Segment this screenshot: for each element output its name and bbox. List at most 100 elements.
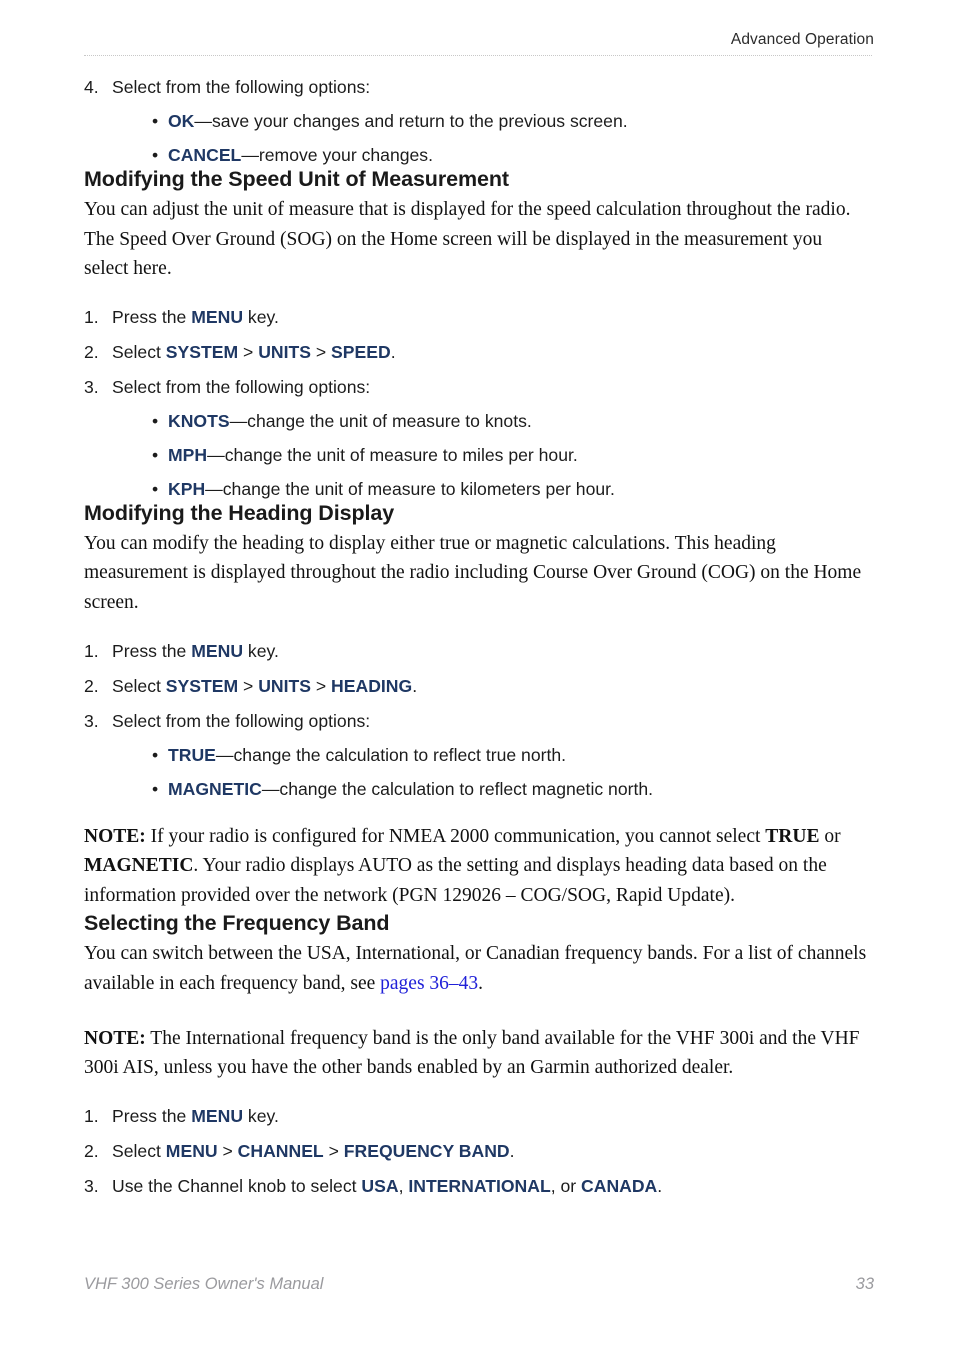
option-description: —change the calculation to reflect magne… (261, 778, 654, 799)
step-number: 2. (84, 675, 99, 696)
note-label: NOTE: (84, 1027, 146, 1049)
menu-path-term-1: MENU (165, 1140, 218, 1161)
step-item: 1. Press the MENU key. (84, 1105, 874, 1127)
option-item: • OK—save your changes and return to the… (112, 110, 874, 132)
step-text-suffix: . (390, 341, 396, 362)
step-number: 3. (84, 710, 99, 731)
step-text-suffix: . (657, 1175, 663, 1196)
note-text-part-3: . Your radio displays AUTO as the settin… (84, 855, 827, 906)
option-item: • TRUE—change the calculation to reflect… (112, 744, 874, 766)
steps-list-heading-display: 1. Press the MENU key. 2. Select SYSTEM … (84, 640, 874, 800)
option-description: —remove your changes. (241, 145, 433, 165)
key-term-menu: MENU (191, 1105, 244, 1126)
step-text: Select from the following options: (112, 376, 371, 397)
band-option-canada: CANADA (581, 1175, 658, 1196)
step-item: 3. Select from the following options: • … (84, 710, 874, 800)
step-text-prefix: Press the (112, 306, 192, 327)
menu-path-term-1: SYSTEM (165, 675, 239, 696)
step-item: 1. Press the MENU key. (84, 306, 874, 328)
steps-list-frequency-band: 1. Press the MENU key. 2. Select MENU > … (84, 1105, 874, 1197)
header-title: Advanced Operation (730, 31, 874, 48)
step-text-suffix: . (509, 1140, 515, 1161)
bullet-icon: • (152, 145, 159, 165)
menu-path-term-3: FREQUENCY BAND (343, 1140, 510, 1161)
step-text: Select from the following options: (112, 77, 371, 97)
step-number: 3. (84, 376, 99, 397)
option-item: • KPH—change the unit of measure to kilo… (112, 478, 874, 500)
option-description: —change the unit of measure to miles per… (207, 444, 578, 465)
page-footer: VHF 300 Series Owner's Manual 33 (84, 1273, 874, 1297)
step-text-prefix: Select (112, 341, 166, 362)
step-item: 3. Select from the following options: • … (84, 376, 874, 500)
key-term-menu: MENU (191, 306, 244, 327)
option-term: KPH (168, 478, 206, 499)
list-separator: , (398, 1175, 409, 1196)
list-separator: , or (550, 1175, 582, 1196)
step-text-prefix: Select (112, 675, 166, 696)
menu-path-separator: > (323, 1140, 344, 1161)
note-text-part-1: If your radio is configured for NMEA 200… (145, 825, 766, 847)
section-heading-heading-display: Modifying the Heading Display (84, 500, 395, 525)
note-heading-display: NOTE: If your radio is configured for NM… (84, 822, 870, 911)
options-list: • TRUE—change the calculation to reflect… (112, 744, 874, 800)
note-term-true: TRUE (765, 825, 820, 847)
option-term: KNOTS (168, 410, 230, 431)
steps-list-speed-unit: 1. Press the MENU key. 2. Select SYSTEM … (84, 306, 874, 500)
band-option-usa: USA (361, 1175, 399, 1196)
option-item: • KNOTS—change the unit of measure to kn… (112, 410, 874, 432)
menu-path-term-2: UNITS (258, 675, 311, 696)
step-text-prefix: Press the (112, 1105, 192, 1126)
intro-text-part-2: . (478, 972, 484, 994)
step-item: 4. Select from the following options: • … (84, 76, 874, 166)
running-header: Advanced Operation (84, 30, 874, 58)
bullet-icon: • (152, 444, 159, 465)
options-list: • KNOTS—change the unit of measure to kn… (112, 410, 874, 500)
step-item: 1. Press the MENU key. (84, 640, 874, 662)
note-frequency-band: NOTE: The International frequency band i… (84, 1024, 870, 1083)
note-text: The International frequency band is the … (84, 1027, 860, 1079)
menu-path-term-1: SYSTEM (165, 341, 239, 362)
option-term: MAGNETIC (168, 778, 262, 799)
menu-path-separator: > (310, 341, 332, 362)
option-description: —change the unit of measure to kilometer… (205, 478, 615, 499)
step-number: 1. (84, 640, 99, 661)
option-description: —change the calculation to reflect true … (215, 744, 567, 765)
step-item: 2. Select SYSTEM > UNITS > HEADING. (84, 675, 874, 697)
step-item: 2. Select SYSTEM > UNITS > SPEED. (84, 341, 874, 363)
footer-page-number: 33 (855, 1275, 874, 1293)
step-text-prefix: Press the (112, 640, 192, 661)
manual-page: Advanced Operation 4. Select from the fo… (0, 0, 954, 1355)
step-number: 4. (84, 77, 99, 97)
step-item: 3. Use the Channel knob to select USA, I… (84, 1175, 874, 1197)
menu-path-separator: > (310, 675, 332, 696)
option-item: • CANCEL—remove your changes. (112, 144, 874, 166)
band-option-international: INTERNATIONAL (408, 1175, 551, 1196)
step-number: 2. (84, 1140, 99, 1161)
bullet-icon: • (152, 778, 159, 799)
bullet-icon: • (152, 744, 159, 765)
section-intro-speed-unit: You can adjust the unit of measure that … (84, 199, 851, 280)
option-description: —save your changes and return to the pre… (194, 111, 628, 131)
note-text-part-2: or (819, 825, 841, 847)
menu-path-term-3: HEADING (331, 675, 413, 696)
menu-path-term-2: UNITS (258, 341, 311, 362)
bullet-icon: • (152, 111, 159, 131)
step-text-suffix: . (412, 675, 418, 696)
step-text-prefix: Select (112, 1140, 166, 1161)
step-number: 1. (84, 306, 99, 327)
step-text: Select from the following options: (112, 710, 371, 731)
section-heading-frequency-band: Selecting the Frequency Band (84, 911, 390, 936)
step-text-suffix: key. (243, 1105, 279, 1126)
option-term: MPH (168, 444, 208, 465)
step-number: 1. (84, 1105, 99, 1126)
cross-reference-link-pages[interactable]: pages 36–43 (380, 973, 478, 994)
option-item: • MAGNETIC—change the calculation to ref… (112, 778, 874, 800)
step-item: 2. Select MENU > CHANNEL > FREQUENCY BAN… (84, 1140, 874, 1162)
section-heading-speed-unit: Modifying the Speed Unit of Measurement (84, 167, 509, 191)
note-label: NOTE: (84, 825, 146, 847)
option-term: OK (168, 111, 195, 131)
key-term-menu: MENU (191, 640, 244, 661)
note-term-magnetic: MAGNETIC (84, 855, 194, 877)
option-description: —change the unit of measure to knots. (229, 410, 532, 431)
option-item: • MPH—change the unit of measure to mile… (112, 444, 874, 466)
